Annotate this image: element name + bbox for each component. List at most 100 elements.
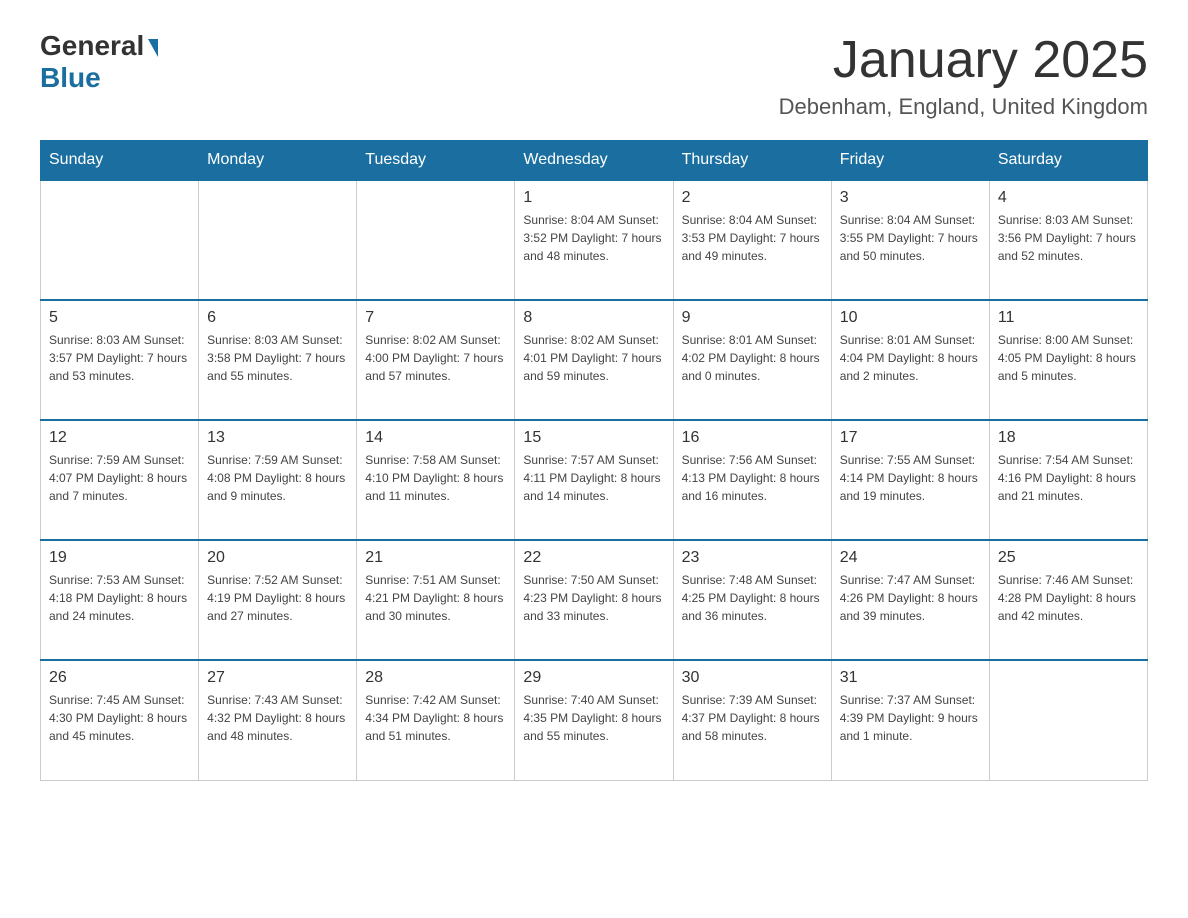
day-header-sunday: Sunday [41,141,199,181]
calendar-title: January 2025 [779,30,1148,90]
day-number: 24 [840,549,981,567]
day-number: 16 [682,429,823,447]
logo-general-text: General [40,30,144,62]
calendar-cell: 20 Sunrise: 7:52 AM Sunset: 4:19 PM Dayli… [199,540,357,660]
week-row-3: 12Sunrise: 7:59 AM Sunset: 4:07 PM Dayli… [41,420,1148,540]
day-info: Sunrise: 7:59 AM Sunset: 4:08 PM Dayligh… [207,451,348,505]
day-number: 18 [998,429,1139,447]
logo-text: General [40,30,158,62]
calendar-subtitle: Debenham, England, United Kingdom [779,94,1148,120]
day-number: 9 [682,309,823,327]
day-info: Sunrise: 8:03 AM Sunset: 3:58 PM Dayligh… [207,331,348,385]
calendar-cell [357,180,515,300]
calendar-cell: 13 Sunrise: 7:59 AM Sunset: 4:08 PM Dayli… [199,420,357,540]
calendar-cell: 8 Sunrise: 8:02 AM Sunset: 4:01 PM Daylig… [515,300,673,420]
day-info: Sunrise: 8:01 AM Sunset: 4:04 PM Dayligh… [840,331,981,385]
day-header-wednesday: Wednesday [515,141,673,181]
calendar-cell: 31Sunrise: 7:37 AM Sunset: 4:39 PM Dayli… [831,660,989,780]
day-info: Sunrise: 7:59 AM Sunset: 4:07 PM Dayligh… [49,451,190,505]
calendar-cell: 24Sunrise: 7:47 AM Sunset: 4:26 PM Dayli… [831,540,989,660]
day-number: 23 [682,549,823,567]
day-info: Sunrise: 7:56 AM Sunset: 4:13 PM Dayligh… [682,451,823,505]
page-header: General Blue January 2025 Debenham, Engl… [40,30,1148,120]
day-info: Sunrise: 7:55 AM Sunset: 4:14 PM Dayligh… [840,451,981,505]
day-info: Sunrise: 8:03 AM Sunset: 3:56 PM Dayligh… [998,211,1139,265]
calendar-cell: 16 Sunrise: 7:56 AM Sunset: 4:13 PM Dayli… [673,420,831,540]
calendar-cell: 4Sunrise: 8:03 AM Sunset: 3:56 PM Daylig… [989,180,1147,300]
day-info: Sunrise: 7:58 AM Sunset: 4:10 PM Dayligh… [365,451,506,505]
calendar-cell: 25Sunrise: 7:46 AM Sunset: 4:28 PM Dayli… [989,540,1147,660]
calendar-cell: 28 Sunrise: 7:42 AM Sunset: 4:34 PM Dayli… [357,660,515,780]
day-info: Sunrise: 7:50 AM Sunset: 4:23 PM Dayligh… [523,571,664,625]
day-header-friday: Friday [831,141,989,181]
calendar-cell: 9Sunrise: 8:01 AM Sunset: 4:02 PM Daylig… [673,300,831,420]
calendar-header: SundayMondayTuesdayWednesdayThursdayFrid… [41,141,1148,181]
calendar-cell: 29 Sunrise: 7:40 AM Sunset: 4:35 PM Dayli… [515,660,673,780]
day-number: 20 [207,549,348,567]
calendar-cell: 6 Sunrise: 8:03 AM Sunset: 3:58 PM Daylig… [199,300,357,420]
day-number: 7 [365,309,506,327]
day-header-saturday: Saturday [989,141,1147,181]
day-number: 8 [523,309,664,327]
day-info: Sunrise: 8:04 AM Sunset: 3:53 PM Dayligh… [682,211,823,265]
calendar-cell: 18 Sunrise: 7:54 AM Sunset: 4:16 PM Dayli… [989,420,1147,540]
day-header-tuesday: Tuesday [357,141,515,181]
calendar-cell: 27 Sunrise: 7:43 AM Sunset: 4:32 PM Dayli… [199,660,357,780]
day-header-thursday: Thursday [673,141,831,181]
day-info: Sunrise: 7:39 AM Sunset: 4:37 PM Dayligh… [682,691,823,745]
calendar-cell: 12Sunrise: 7:59 AM Sunset: 4:07 PM Dayli… [41,420,199,540]
day-info: Sunrise: 7:45 AM Sunset: 4:30 PM Dayligh… [49,691,190,745]
day-info: Sunrise: 8:02 AM Sunset: 4:00 PM Dayligh… [365,331,506,385]
week-row-2: 5Sunrise: 8:03 AM Sunset: 3:57 PM Daylig… [41,300,1148,420]
day-number: 13 [207,429,348,447]
day-number: 15 [523,429,664,447]
calendar-cell: 14 Sunrise: 7:58 AM Sunset: 4:10 PM Dayli… [357,420,515,540]
day-number: 14 [365,429,506,447]
day-number: 26 [49,669,190,687]
day-number: 6 [207,309,348,327]
calendar-table: SundayMondayTuesdayWednesdayThursdayFrid… [40,140,1148,781]
title-block: January 2025 Debenham, England, United K… [779,30,1148,120]
day-info: Sunrise: 8:03 AM Sunset: 3:57 PM Dayligh… [49,331,190,385]
day-number: 30 [682,669,823,687]
day-number: 28 [365,669,506,687]
day-number: 3 [840,189,981,207]
day-info: Sunrise: 7:43 AM Sunset: 4:32 PM Dayligh… [207,691,348,745]
day-info: Sunrise: 7:54 AM Sunset: 4:16 PM Dayligh… [998,451,1139,505]
calendar-cell: 10Sunrise: 8:01 AM Sunset: 4:04 PM Dayli… [831,300,989,420]
day-info: Sunrise: 8:00 AM Sunset: 4:05 PM Dayligh… [998,331,1139,385]
day-number: 19 [49,549,190,567]
day-info: Sunrise: 7:52 AM Sunset: 4:19 PM Dayligh… [207,571,348,625]
day-number: 31 [840,669,981,687]
day-info: Sunrise: 7:48 AM Sunset: 4:25 PM Dayligh… [682,571,823,625]
week-row-4: 19 Sunrise: 7:53 AM Sunset: 4:18 PM Dayli… [41,540,1148,660]
calendar-cell: 15 Sunrise: 7:57 AM Sunset: 4:11 PM Dayli… [515,420,673,540]
day-number: 27 [207,669,348,687]
calendar-cell: 22Sunrise: 7:50 AM Sunset: 4:23 PM Dayli… [515,540,673,660]
day-info: Sunrise: 8:02 AM Sunset: 4:01 PM Dayligh… [523,331,664,385]
day-info: Sunrise: 8:04 AM Sunset: 3:55 PM Dayligh… [840,211,981,265]
logo-blue-text: Blue [40,62,101,94]
calendar-cell: 17Sunrise: 7:55 AM Sunset: 4:14 PM Dayli… [831,420,989,540]
week-row-1: 1Sunrise: 8:04 AM Sunset: 3:52 PM Daylig… [41,180,1148,300]
calendar-cell: 1Sunrise: 8:04 AM Sunset: 3:52 PM Daylig… [515,180,673,300]
calendar-cell: 19 Sunrise: 7:53 AM Sunset: 4:18 PM Dayli… [41,540,199,660]
calendar-cell [989,660,1147,780]
calendar-cell: 3 Sunrise: 8:04 AM Sunset: 3:55 PM Daylig… [831,180,989,300]
calendar-body: 1Sunrise: 8:04 AM Sunset: 3:52 PM Daylig… [41,180,1148,780]
calendar-cell: 5Sunrise: 8:03 AM Sunset: 3:57 PM Daylig… [41,300,199,420]
day-number: 29 [523,669,664,687]
calendar-cell: 7 Sunrise: 8:02 AM Sunset: 4:00 PM Daylig… [357,300,515,420]
day-info: Sunrise: 7:57 AM Sunset: 4:11 PM Dayligh… [523,451,664,505]
calendar-cell: 11Sunrise: 8:00 AM Sunset: 4:05 PM Dayli… [989,300,1147,420]
logo-arrow-icon [148,39,158,57]
calendar-cell [41,180,199,300]
day-info: Sunrise: 7:51 AM Sunset: 4:21 PM Dayligh… [365,571,506,625]
calendar-cell: 23 Sunrise: 7:48 AM Sunset: 4:25 PM Dayli… [673,540,831,660]
calendar-cell [199,180,357,300]
day-info: Sunrise: 7:42 AM Sunset: 4:34 PM Dayligh… [365,691,506,745]
day-info: Sunrise: 7:46 AM Sunset: 4:28 PM Dayligh… [998,571,1139,625]
day-info: Sunrise: 7:53 AM Sunset: 4:18 PM Dayligh… [49,571,190,625]
day-number: 21 [365,549,506,567]
day-info: Sunrise: 7:40 AM Sunset: 4:35 PM Dayligh… [523,691,664,745]
